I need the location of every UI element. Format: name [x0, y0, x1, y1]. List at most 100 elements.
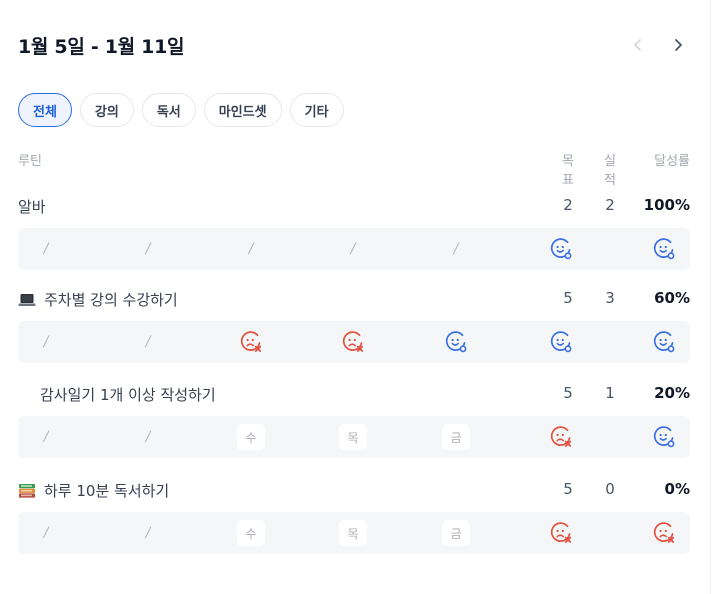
day-cell[interactable] [440, 321, 472, 363]
routine-row[interactable]: 하루 10분 독서하기 5 0 0% / / 수 목 금 [18, 478, 690, 554]
actual-column-label: 실적 [604, 154, 616, 188]
empty-day-mark: / [145, 241, 151, 257]
day-cell[interactable] [648, 512, 680, 554]
happy-face-icon [550, 238, 572, 260]
day-chip[interactable]: 목 [339, 520, 367, 546]
tab-mindset[interactable]: 마인드셋 [203, 93, 282, 127]
day-cell[interactable] [545, 512, 577, 554]
routine-goal: 2 [563, 196, 573, 214]
day-cell[interactable] [235, 321, 267, 363]
day-cell: / [132, 512, 164, 554]
books-icon [19, 483, 35, 498]
routine-row[interactable]: 주차별 강의 수강하기 5 3 60% / / [18, 287, 690, 363]
sad-face-x-icon [653, 522, 675, 543]
sad-face-x-icon [550, 426, 572, 447]
weekly-routine-panel: 1월 5일 - 1월 11일 전체 강의 독서 마인드셋 기타 루틴 목표 실적… [0, 0, 711, 594]
happy-face-icon [653, 238, 675, 260]
empty-day-mark: / [145, 334, 151, 350]
routine-row[interactable]: 감사일기 1개 이상 작성하기 5 1 20% / / 수 목 금 [18, 382, 690, 458]
empty-day-mark: / [145, 525, 151, 541]
day-chip[interactable]: 목 [339, 424, 367, 450]
laptop-icon [18, 293, 36, 306]
routine-actual: 2 [605, 196, 615, 214]
day-track: / / 수 목 금 [18, 512, 690, 554]
routine-title: 주차별 강의 수강하기 [44, 291, 178, 309]
empty-day-mark: / [350, 241, 356, 257]
day-cell[interactable]: 목 [337, 512, 369, 554]
routine-actual: 0 [605, 480, 615, 498]
empty-day-mark: / [43, 334, 49, 350]
empty-day-mark: / [248, 241, 254, 257]
empty-day-mark: / [43, 241, 49, 257]
week-range-title: 1월 5일 - 1월 11일 [18, 35, 185, 58]
routine-header: 알바 2 2 100% [18, 194, 690, 220]
day-cell[interactable] [545, 416, 577, 458]
day-cell[interactable] [545, 321, 577, 363]
tab-all[interactable]: 전체 [18, 93, 72, 127]
day-cell: / [30, 512, 62, 554]
day-cell: / [235, 228, 267, 270]
day-cell: / [30, 321, 62, 363]
routine-row[interactable]: 알바 2 2 100% / / / / / [18, 194, 690, 270]
day-cell[interactable] [648, 321, 680, 363]
day-track: / / [18, 321, 690, 363]
tab-reading[interactable]: 독서 [141, 93, 196, 127]
routine-rate: 100% [643, 196, 690, 214]
routine-name: 알바 [18, 196, 46, 217]
happy-face-icon [445, 331, 467, 353]
column-header: 루틴 목표 실적 달성률 [18, 150, 690, 188]
routine-header: 하루 10분 독서하기 5 0 0% [18, 478, 690, 504]
day-chip[interactable]: 금 [442, 424, 470, 450]
day-cell[interactable]: 수 [235, 416, 267, 458]
day-cell: / [440, 228, 472, 270]
routine-header: 감사일기 1개 이상 작성하기 5 1 20% [18, 382, 690, 408]
day-cell: / [132, 416, 164, 458]
empty-day-mark: / [145, 429, 151, 445]
day-cell: / [132, 228, 164, 270]
day-cell: / [30, 228, 62, 270]
day-cell[interactable]: 금 [440, 416, 472, 458]
empty-day-mark: / [453, 241, 459, 257]
goal-column-label: 목표 [562, 154, 574, 188]
day-cell[interactable] [545, 228, 577, 270]
next-week-button[interactable] [668, 35, 688, 55]
chevron-right-icon [675, 39, 682, 51]
routine-actual: 3 [605, 289, 615, 307]
day-cell[interactable]: 수 [235, 512, 267, 554]
day-chip[interactable]: 금 [442, 520, 470, 546]
routine-goal: 5 [563, 480, 573, 498]
happy-face-icon [550, 331, 572, 353]
day-cell[interactable] [648, 228, 680, 270]
day-track: / / / / / [18, 228, 690, 270]
day-cell[interactable] [648, 416, 680, 458]
previous-week-button[interactable] [628, 35, 648, 55]
happy-face-icon [653, 331, 675, 353]
day-cell: / [132, 321, 164, 363]
week-navigation [628, 35, 690, 55]
chevron-left-icon [634, 39, 641, 51]
day-cell[interactable]: 금 [440, 512, 472, 554]
routine-name: 하루 10분 독서하기 [18, 480, 169, 501]
day-cell: / [337, 228, 369, 270]
tab-etc[interactable]: 기타 [289, 93, 344, 127]
day-cell[interactable]: 목 [337, 416, 369, 458]
routine-name: 감사일기 1개 이상 작성하기 [40, 384, 216, 405]
empty-day-mark: / [43, 429, 49, 445]
sad-face-x-icon [342, 331, 364, 352]
day-chip[interactable]: 수 [237, 520, 265, 546]
routine-title: 하루 10분 독서하기 [44, 482, 170, 500]
day-cell: / [30, 416, 62, 458]
day-cell[interactable] [337, 321, 369, 363]
empty-day-mark: / [43, 525, 49, 541]
routine-goal: 5 [563, 289, 573, 307]
week-header: 1월 5일 - 1월 11일 [18, 30, 690, 60]
day-track: / / 수 목 금 [18, 416, 690, 458]
routine-title: 감사일기 1개 이상 작성하기 [40, 386, 216, 404]
routine-goal: 5 [563, 384, 573, 402]
routine-title: 알바 [18, 198, 46, 216]
category-tabs: 전체 강의 독서 마인드셋 기타 [18, 93, 344, 127]
routine-column-label: 루틴 [18, 154, 42, 169]
routine-rate: 60% [654, 289, 690, 307]
day-chip[interactable]: 수 [237, 424, 265, 450]
tab-lecture[interactable]: 강의 [79, 93, 134, 127]
